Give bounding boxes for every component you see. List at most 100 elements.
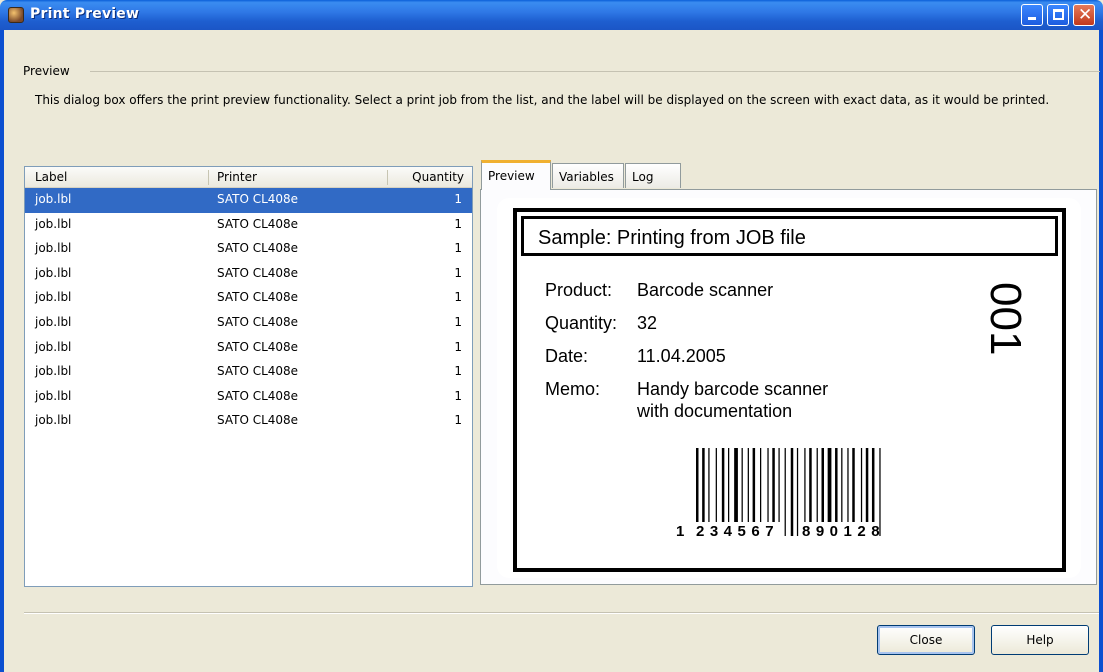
barcode-bar <box>708 448 710 522</box>
label-preview: Sample: Printing from JOB file Product: … <box>513 208 1066 572</box>
barcode-bar <box>778 448 780 522</box>
barcode-bar <box>816 448 818 522</box>
list-cell-printer: SATO CL408e <box>217 290 299 305</box>
list-item[interactable]: job.lbl SATO CL408e 1 <box>25 336 472 361</box>
list-cell-quantity: 1 <box>454 290 462 305</box>
tab-variables[interactable]: Variables <box>552 163 624 188</box>
description-text: This dialog box offers the print preview… <box>35 93 1050 107</box>
list-cell-label: job.lbl <box>35 339 72 354</box>
quantity-value: 32 <box>637 313 658 333</box>
list-cell-printer: SATO CL408e <box>217 216 299 231</box>
list-item[interactable]: job.lbl SATO CL408e 1 <box>25 188 472 213</box>
barcode-bar <box>747 448 749 522</box>
maximize-icon <box>1053 9 1064 20</box>
barcode-bar <box>784 448 786 536</box>
product-key: Product: <box>545 280 613 300</box>
product-value: Barcode scanner <box>637 280 774 300</box>
column-header-printer[interactable]: Printer <box>217 170 257 184</box>
list-item[interactable]: job.lbl SATO CL408e 1 <box>25 409 472 434</box>
memo-line-2: with documentation <box>637 401 793 421</box>
column-divider[interactable] <box>208 170 209 185</box>
barcode-left-digits: 234567 <box>696 523 779 539</box>
list-item[interactable]: job.lbl SATO CL408e 1 <box>25 262 472 287</box>
close-window-button[interactable]: ✕ <box>1073 4 1095 26</box>
list-item[interactable]: job.lbl SATO CL408e 1 <box>25 213 472 238</box>
list-cell-label: job.lbl <box>35 364 72 379</box>
list-cell-quantity: 1 <box>454 413 462 428</box>
list-cell-quantity: 1 <box>454 216 462 231</box>
list-cell-label: job.lbl <box>35 216 72 231</box>
tab-log[interactable]: Log <box>625 163 681 188</box>
list-item[interactable]: job.lbl SATO CL408e 1 <box>25 237 472 262</box>
quantity-key: Quantity: <box>545 313 618 333</box>
list-cell-quantity: 1 <box>454 192 462 206</box>
barcode-bar <box>852 448 855 522</box>
label-header-box: Sample: Printing from JOB file <box>521 216 1058 256</box>
group-label: Preview <box>23 64 76 78</box>
barcode: 1 234567 890128 <box>676 448 885 539</box>
list-cell-label: job.lbl <box>35 290 72 305</box>
barcode-bar <box>734 448 738 522</box>
minimize-icon <box>1028 17 1036 20</box>
column-header-label[interactable]: Label <box>35 170 67 184</box>
barcode-bar <box>871 448 875 522</box>
list-cell-label: job.lbl <box>35 413 72 428</box>
column-header-quantity[interactable]: Quantity <box>412 170 464 184</box>
date-key: Date: <box>545 346 589 366</box>
barcode-bar <box>860 448 863 522</box>
list-cell-printer: SATO CL408e <box>217 241 299 256</box>
list-cell-label: job.lbl <box>35 192 72 206</box>
group-divider <box>90 71 1100 72</box>
list-cell-printer: SATO CL408e <box>217 314 299 329</box>
date-value: 11.04.2005 <box>637 346 726 366</box>
list-cell-printer: SATO CL408e <box>217 339 299 354</box>
barcode-bar <box>752 448 756 522</box>
help-button[interactable]: Help <box>991 625 1089 655</box>
barcode-bar <box>804 448 806 522</box>
list-cell-label: job.lbl <box>35 265 72 280</box>
close-button[interactable]: Close <box>877 625 975 655</box>
list-cell-label: job.lbl <box>35 241 72 256</box>
barcode-bar <box>721 448 725 522</box>
barcode-bar <box>821 448 824 522</box>
vertical-code: 001 <box>981 282 1030 356</box>
barcode-bar <box>847 448 849 522</box>
window-frame-right <box>1099 30 1103 672</box>
app-icon <box>8 7 24 23</box>
list-cell-label: job.lbl <box>35 388 72 403</box>
column-divider[interactable] <box>387 170 388 185</box>
barcode-right-digits: 890128 <box>802 523 885 539</box>
minimize-button[interactable] <box>1021 4 1043 26</box>
barcode-bar <box>841 448 843 522</box>
footer-divider-highlight <box>24 613 1099 614</box>
list-cell-printer: SATO CL408e <box>217 364 299 379</box>
memo-key: Memo: <box>545 379 601 399</box>
list-item[interactable]: job.lbl SATO CL408e 1 <box>25 311 472 336</box>
list-cell-printer: SATO CL408e <box>217 192 299 206</box>
list-cell-quantity: 1 <box>454 314 462 329</box>
list-cell-quantity: 1 <box>454 265 462 280</box>
list-cell-quantity: 1 <box>454 388 462 403</box>
barcode-bar <box>796 448 799 536</box>
list-item[interactable]: job.lbl SATO CL408e 1 <box>25 286 472 311</box>
memo-line-1: Handy barcode scanner <box>637 379 829 399</box>
maximize-button[interactable] <box>1047 4 1069 26</box>
list-item[interactable]: job.lbl SATO CL408e 1 <box>25 360 472 385</box>
window-title: Print Preview <box>30 6 140 22</box>
list-item[interactable]: job.lbl SATO CL408e 1 <box>25 385 472 410</box>
barcode-bar <box>772 448 775 522</box>
list-cell-printer: SATO CL408e <box>217 388 299 403</box>
list-cell-quantity: 1 <box>454 241 462 256</box>
window-frame-left <box>0 30 4 672</box>
barcode-bar <box>728 448 730 522</box>
print-job-list[interactable]: Label Printer Quantity job.lbl SATO CL408… <box>24 166 473 587</box>
barcode-bar <box>767 448 769 522</box>
list-cell-quantity: 1 <box>454 364 462 379</box>
barcode-bar <box>760 448 762 522</box>
barcode-bar <box>835 448 838 522</box>
barcode-bar <box>865 448 869 522</box>
close-icon: ✕ <box>1078 5 1093 25</box>
tab-preview[interactable]: Preview <box>481 160 551 190</box>
barcode-bar <box>827 448 832 522</box>
title-bar[interactable]: Print Preview ✕ <box>0 0 1103 30</box>
